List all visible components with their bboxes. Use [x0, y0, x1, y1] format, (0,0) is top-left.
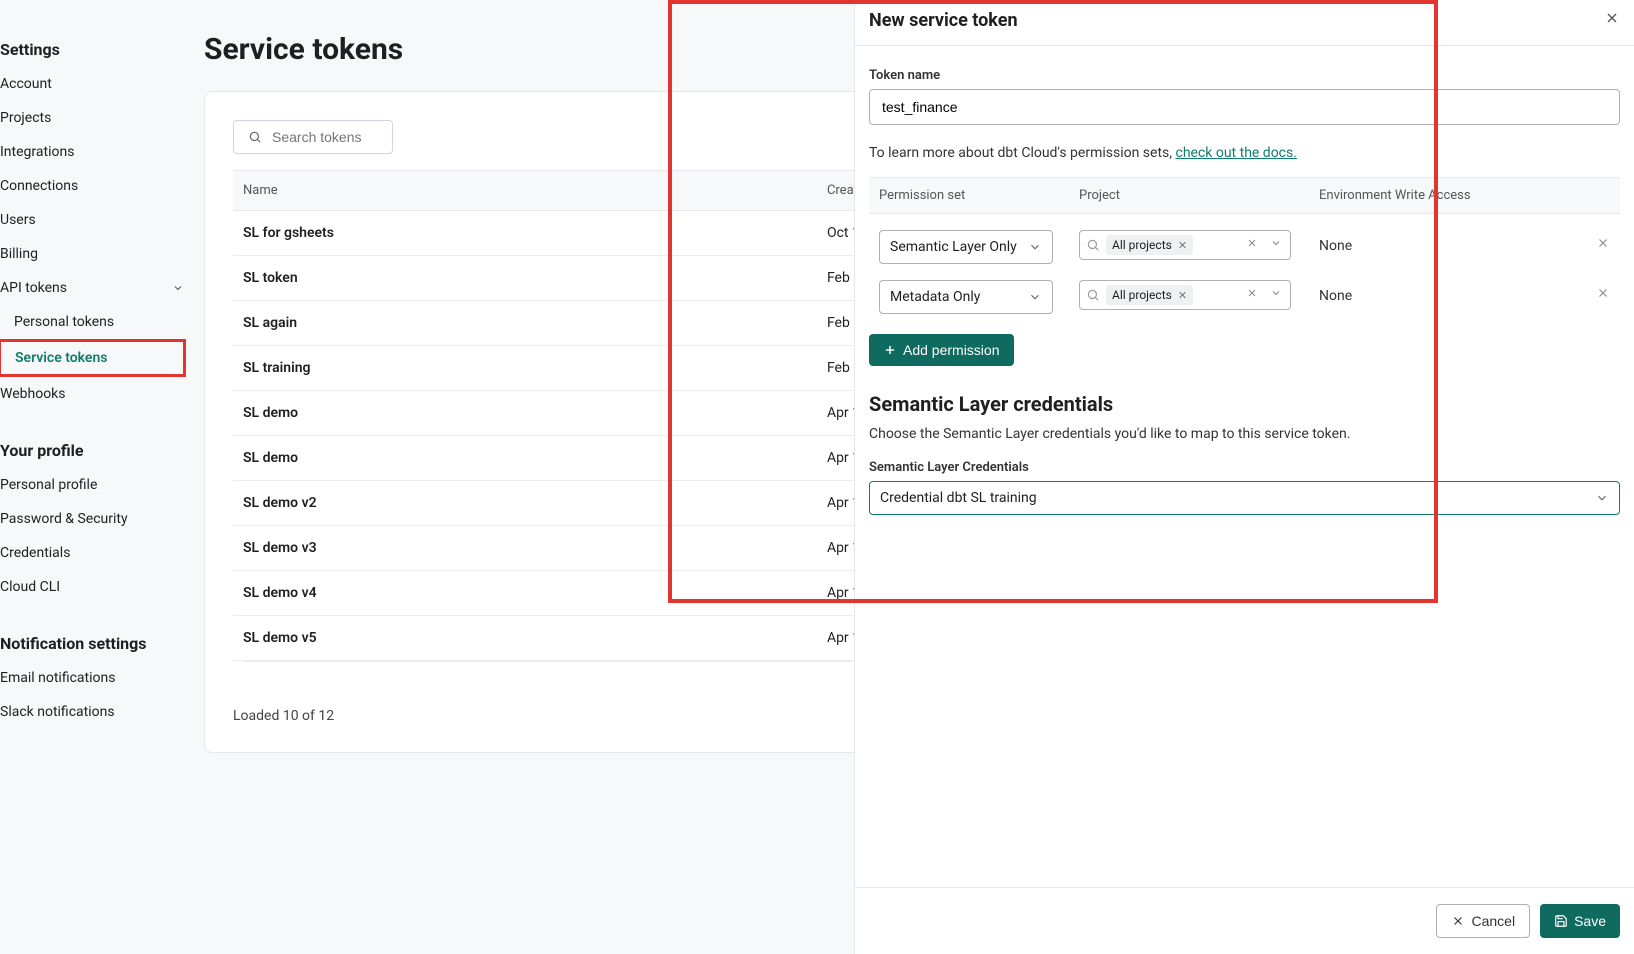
chevron-down-icon — [1028, 240, 1042, 254]
permission-help-text: To learn more about dbt Cloud's permissi… — [869, 145, 1620, 161]
help-prefix: To learn more about dbt Cloud's permissi… — [869, 145, 1176, 161]
sidebar-item-billing[interactable]: Billing — [0, 237, 204, 271]
sl-credentials-value: Credential dbt SL training — [880, 490, 1037, 506]
sl-credentials-label: Semantic Layer Credentials — [869, 460, 1620, 475]
cancel-button[interactable]: Cancel — [1436, 904, 1530, 938]
docs-link[interactable]: check out the docs. — [1176, 145, 1297, 161]
search-icon — [248, 130, 262, 144]
sidebar-item-personal-tokens[interactable]: Personal tokens — [0, 305, 204, 339]
sl-credentials-select[interactable]: Credential dbt SL training — [869, 481, 1620, 515]
x-icon — [1451, 914, 1465, 928]
sidebar-item-users[interactable]: Users — [0, 203, 204, 237]
chevron-down-icon — [1595, 491, 1609, 505]
permission-set-select[interactable]: Semantic Layer Only — [879, 230, 1053, 264]
token-name: SL for gsheets — [233, 211, 817, 256]
sidebar-item-cloud-cli[interactable]: Cloud CLI — [0, 570, 204, 604]
col-project: Project — [1069, 178, 1309, 214]
token-name: SL training — [233, 346, 817, 391]
sidebar-item-webhooks[interactable]: Webhooks — [0, 377, 204, 411]
search-input[interactable] — [272, 129, 378, 145]
search-icon — [1086, 238, 1100, 252]
sidebar-item-credentials[interactable]: Credentials — [0, 536, 204, 570]
permission-set-value: Metadata Only — [890, 289, 980, 305]
clear-icon[interactable] — [1246, 237, 1258, 253]
token-name: SL token — [233, 256, 817, 301]
settings-sidebar: Settings Account Projects Integrations C… — [0, 0, 204, 954]
token-name: SL again — [233, 301, 817, 346]
permissions-table: Permission set Project Environment Write… — [869, 177, 1620, 314]
sidebar-item-projects[interactable]: Projects — [0, 101, 204, 135]
token-name: SL demo v5 — [233, 616, 817, 661]
permission-set-select[interactable]: Metadata Only — [879, 280, 1053, 314]
close-icon[interactable] — [1604, 10, 1620, 31]
chip-label: All projects — [1112, 238, 1172, 252]
token-name-label: Token name — [869, 68, 1620, 83]
chip-remove-icon[interactable]: ✕ — [1178, 239, 1187, 252]
project-multiselect[interactable]: All projects ✕ — [1079, 230, 1291, 260]
token-name: SL demo — [233, 436, 817, 481]
chip-remove-icon[interactable]: ✕ — [1178, 289, 1187, 302]
drawer-body: Token name To learn more about dbt Cloud… — [855, 46, 1634, 887]
sidebar-heading-settings: Settings — [0, 30, 204, 67]
save-icon — [1554, 914, 1568, 928]
drawer-title: New service token — [869, 10, 1018, 31]
col-name: Name — [233, 171, 817, 211]
chevron-down-icon — [1028, 290, 1042, 304]
add-permission-button[interactable]: Add permission — [869, 334, 1014, 366]
permission-set-value: Semantic Layer Only — [890, 239, 1017, 255]
chevron-down-icon[interactable] — [1270, 287, 1282, 303]
env-access-value: None — [1319, 280, 1352, 304]
permission-row: Metadata Only All projects ✕ None — [869, 264, 1620, 314]
chip-label: All projects — [1112, 288, 1172, 302]
chevron-down-icon — [172, 282, 184, 294]
sidebar-item-api-tokens[interactable]: API tokens — [0, 271, 204, 305]
sidebar-item-email-notifications[interactable]: Email notifications — [0, 661, 204, 695]
sidebar-heading-notifications: Notification settings — [0, 624, 204, 661]
new-token-drawer: New service token Token name To learn mo… — [854, 0, 1634, 954]
token-name: SL demo v4 — [233, 571, 817, 616]
sidebar-item-slack-notifications[interactable]: Slack notifications — [0, 695, 204, 729]
sidebar-heading-profile: Your profile — [0, 431, 204, 468]
save-button[interactable]: Save — [1540, 904, 1620, 938]
permission-row: Semantic Layer Only All projects ✕ None — [869, 214, 1620, 265]
search-tokens[interactable] — [233, 120, 393, 154]
save-label: Save — [1574, 913, 1606, 929]
delete-row-button[interactable] — [1596, 230, 1610, 255]
sidebar-item-api-tokens-label: API tokens — [0, 280, 67, 296]
clear-icon[interactable] — [1246, 287, 1258, 303]
sl-credentials-help: Choose the Semantic Layer credentials yo… — [869, 426, 1620, 442]
sidebar-item-password-security[interactable]: Password & Security — [0, 502, 204, 536]
project-multiselect[interactable]: All projects ✕ — [1079, 280, 1291, 310]
sidebar-item-personal-profile[interactable]: Personal profile — [0, 468, 204, 502]
env-access-value: None — [1319, 230, 1352, 254]
token-name: SL demo — [233, 391, 817, 436]
cancel-label: Cancel — [1471, 913, 1515, 929]
col-env-access: Environment Write Access — [1309, 178, 1620, 214]
token-name-input[interactable] — [869, 89, 1620, 125]
sidebar-item-account[interactable]: Account — [0, 67, 204, 101]
token-name: SL demo v3 — [233, 526, 817, 571]
sidebar-item-connections[interactable]: Connections — [0, 169, 204, 203]
add-permission-label: Add permission — [903, 342, 1000, 358]
search-icon — [1086, 288, 1100, 302]
sidebar-item-service-tokens[interactable]: Service tokens — [0, 339, 186, 377]
sidebar-item-integrations[interactable]: Integrations — [0, 135, 204, 169]
project-chip: All projects ✕ — [1106, 235, 1193, 255]
plus-icon — [883, 343, 897, 357]
sl-credentials-heading: Semantic Layer credentials — [869, 392, 1620, 416]
delete-row-button[interactable] — [1596, 280, 1610, 305]
project-chip: All projects ✕ — [1106, 285, 1193, 305]
col-permission-set: Permission set — [869, 178, 1069, 214]
chevron-down-icon[interactable] — [1270, 237, 1282, 253]
drawer-footer: Cancel Save — [855, 887, 1634, 954]
token-name: SL demo v2 — [233, 481, 817, 526]
drawer-header: New service token — [855, 0, 1634, 46]
